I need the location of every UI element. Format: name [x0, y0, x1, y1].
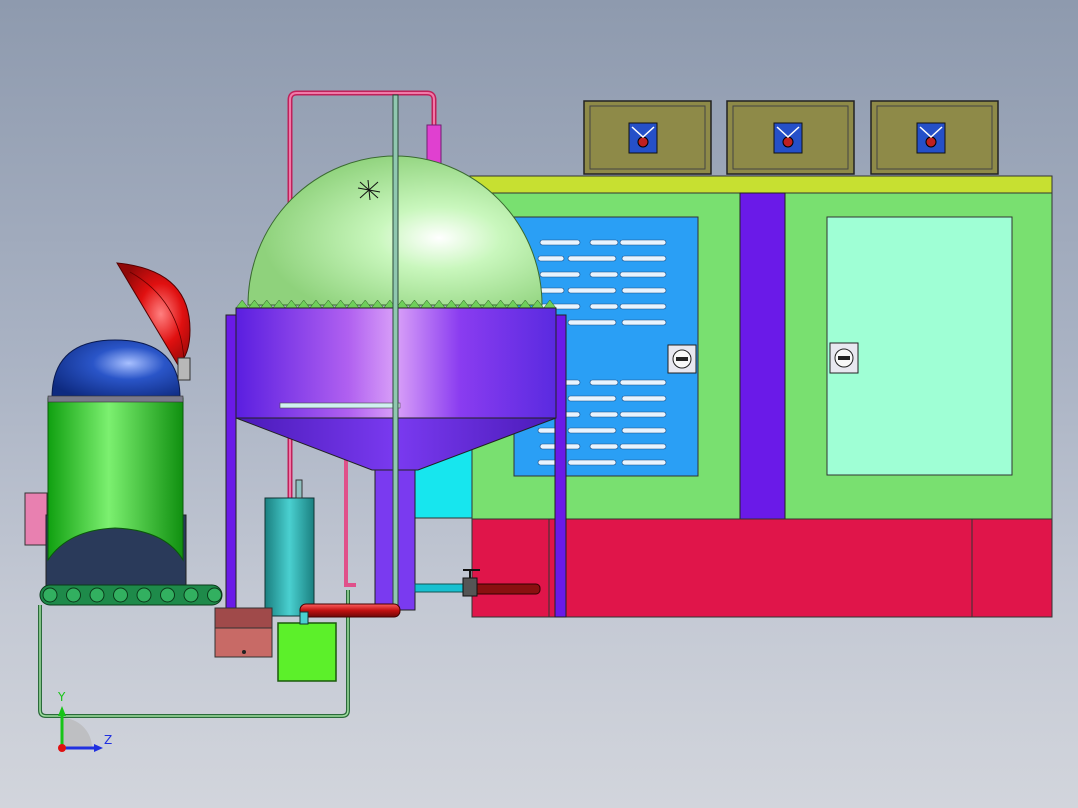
tank-crossbar: [279, 402, 401, 409]
vent-stack: [426, 124, 442, 166]
motor-box-3[interactable]: [870, 100, 999, 175]
motor-box-1[interactable]: [583, 100, 712, 175]
vent-slot: [619, 303, 667, 310]
vent-slot: [621, 319, 667, 326]
conveyor-roller: [113, 587, 128, 603]
tank-leg: [554, 314, 567, 618]
pump-motor[interactable]: [214, 607, 273, 658]
feed-hopper[interactable]: [24, 262, 191, 588]
vent-slot: [567, 255, 617, 262]
hopper-rim: [47, 395, 184, 403]
side-panel: [24, 492, 48, 546]
axis-triad: Y Z: [57, 690, 112, 752]
motor-icon: [628, 122, 658, 154]
motor-box-2[interactable]: [726, 100, 855, 175]
vent-slot: [621, 427, 667, 434]
vent-slot: [619, 379, 667, 386]
vent-slot: [621, 287, 667, 294]
hopper-dome: [51, 339, 181, 399]
vent-slot: [589, 443, 619, 450]
vent-slot: [567, 319, 617, 326]
vent-slot: [589, 411, 619, 418]
x-axis-marker: [58, 744, 66, 752]
tank-leg: [225, 314, 237, 616]
cabinet-top-strip: [469, 175, 1053, 194]
agitator-shaft: [392, 94, 399, 616]
z-axis-label: Z: [104, 733, 112, 747]
door-latch-right[interactable]: [829, 342, 859, 374]
vent-slot: [619, 411, 667, 418]
pump-unit[interactable]: [277, 611, 337, 682]
vent-slot: [567, 459, 617, 466]
cad-viewport[interactable]: Y Z: [0, 0, 1078, 808]
vent-slot: [621, 395, 667, 402]
vent-slot: [567, 395, 617, 402]
vent-slot: [619, 443, 667, 450]
motor-icon: [916, 122, 946, 154]
lid-hinge: [177, 357, 191, 381]
conveyor-roller: [136, 587, 152, 603]
conveyor-roller: [42, 587, 58, 603]
conveyor-roller: [160, 587, 175, 603]
conveyor-roller: [66, 587, 81, 603]
vent-slot: [567, 427, 617, 434]
vent-slot: [539, 239, 581, 246]
y-axis-label: Y: [57, 690, 66, 704]
conveyor-roller: [89, 587, 105, 603]
conveyor-roller: [183, 587, 199, 603]
vent-slot: [621, 459, 667, 466]
assembly-drawing[interactable]: Y Z: [0, 0, 1078, 808]
vent-slot: [589, 379, 619, 386]
cabinet-door-right[interactable]: [826, 216, 1013, 476]
door-latch-left[interactable]: [667, 344, 697, 374]
conveyor-roller: [207, 587, 222, 603]
motor-icon: [773, 122, 803, 154]
vent-slot: [589, 239, 619, 246]
vent-slot: [589, 303, 619, 310]
vent-slot: [537, 255, 565, 262]
vent-slot: [539, 271, 581, 278]
vent-slot: [619, 239, 667, 246]
cabinet-divider: [739, 192, 786, 520]
vent-slot: [589, 271, 619, 278]
vent-slot: [619, 271, 667, 278]
filter-cylinder[interactable]: [264, 479, 315, 617]
vent-slot: [567, 287, 617, 294]
vent-slot: [621, 255, 667, 262]
conveyor[interactable]: [39, 584, 223, 606]
